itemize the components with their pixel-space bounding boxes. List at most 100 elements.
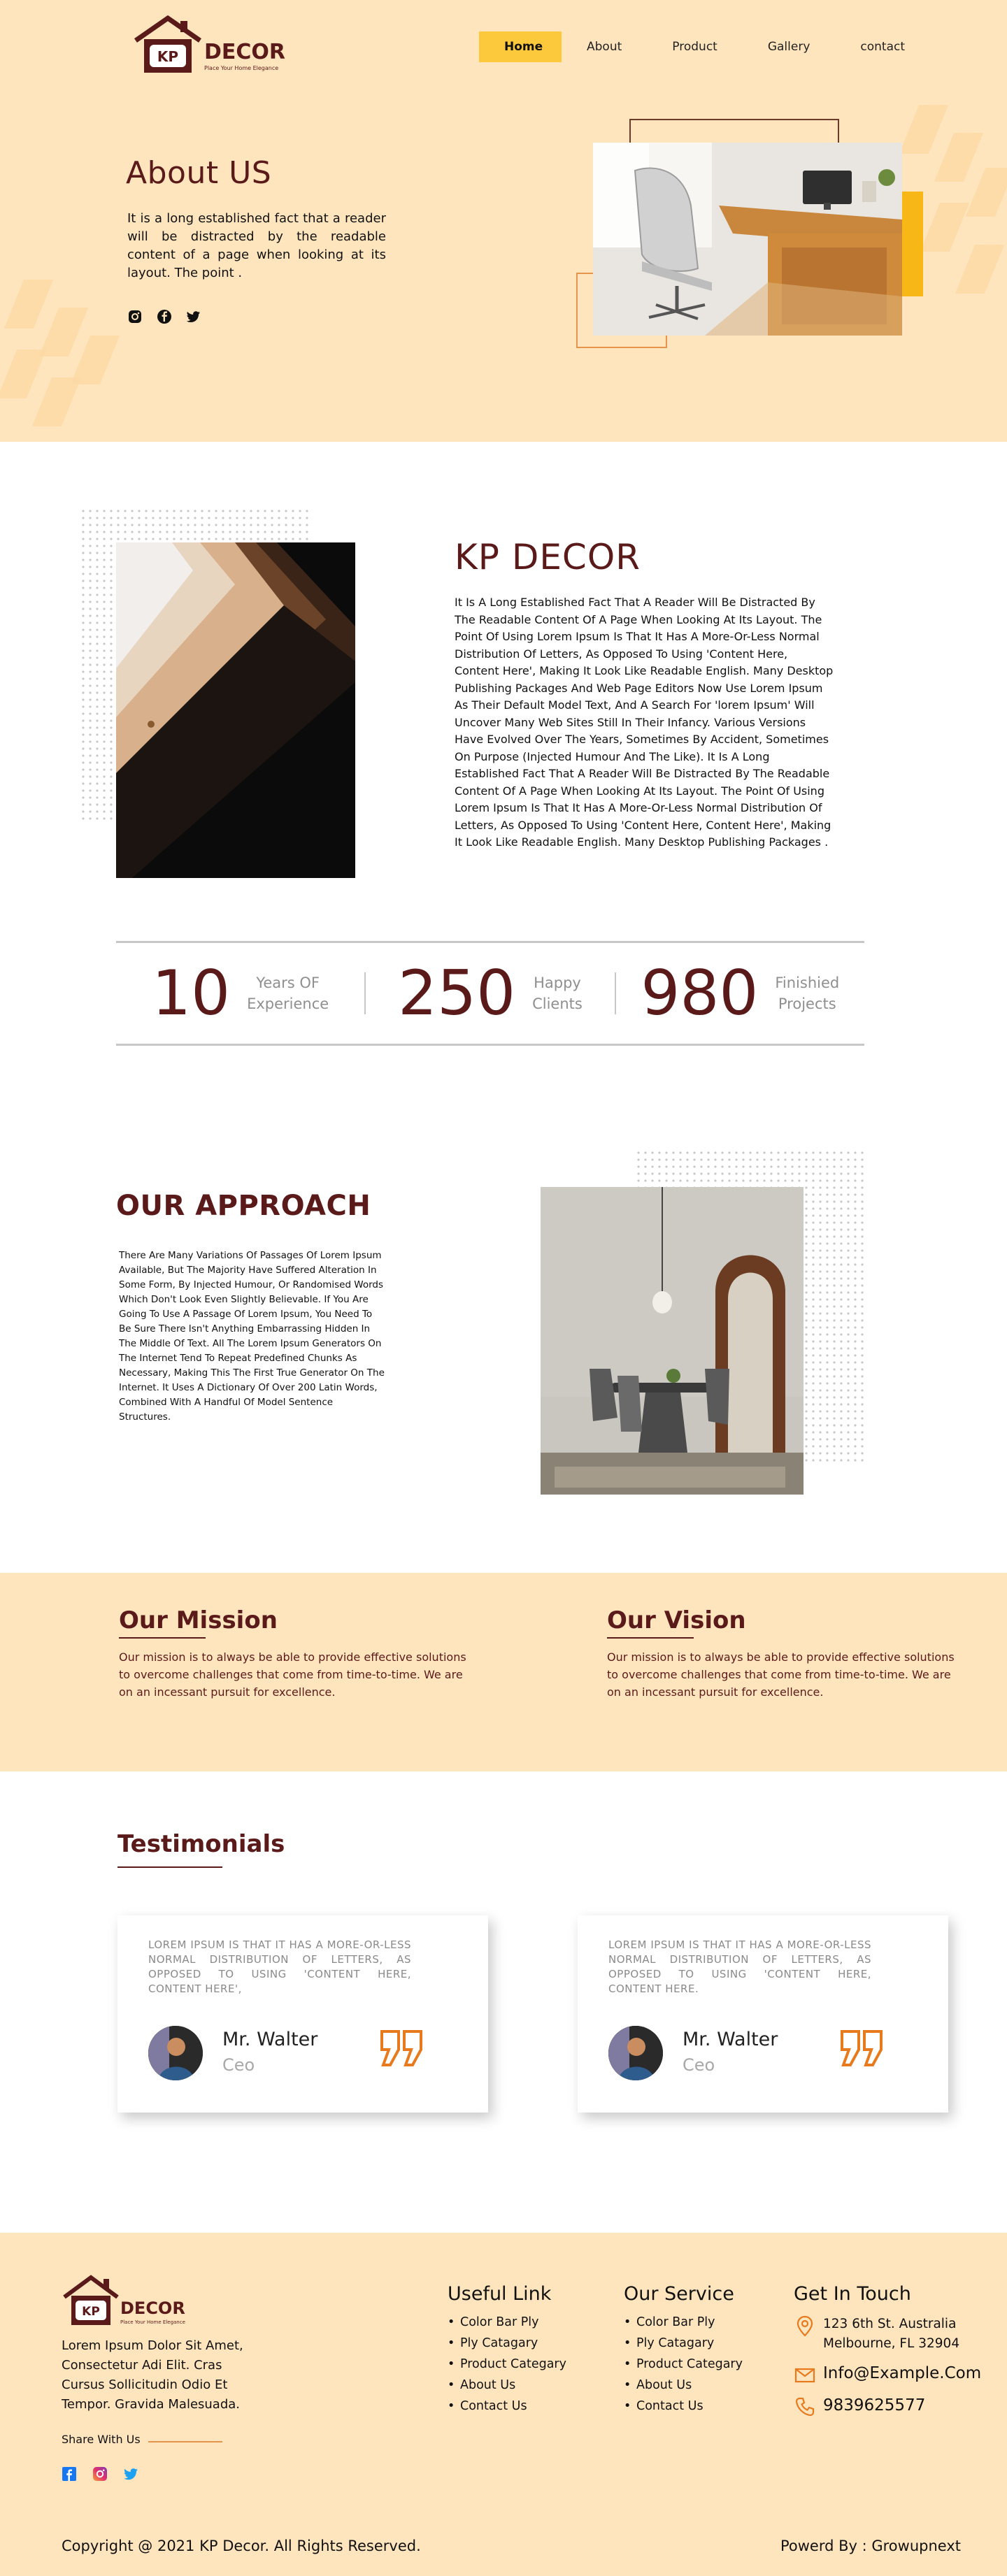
stat-label: Years OF Experience: [247, 974, 329, 1012]
contact-block: Get In Touch 123 6th St. Australia Melbou…: [794, 2283, 981, 2428]
instagram-icon[interactable]: [127, 309, 143, 324]
phone-text[interactable]: 9839625577: [823, 2396, 925, 2415]
stats-bar: 10 Years OF Experience 250 Happy Clients 9…: [116, 941, 864, 1046]
email-text[interactable]: Info@Example.Com: [823, 2363, 981, 2383]
logo-letters: KP: [82, 2305, 100, 2319]
footer-link[interactable]: About Us: [448, 2375, 566, 2396]
logo-tagline: Place Your Home Elegance: [204, 65, 278, 71]
mission-vision-section: Our Mission Our mission is to always be …: [0, 1573, 1007, 1771]
stat-experience: 10 Years OF Experience: [116, 963, 364, 1024]
mission-block: Our Mission Our mission is to always be …: [119, 1606, 469, 1701]
testimonials-title: Testimonials: [117, 1830, 285, 1868]
footer-link[interactable]: Contact Us: [448, 2396, 566, 2417]
testimonial-card: LOREM IPSUM IS THAT IT HAS A MORE-OR-LES…: [117, 1915, 488, 2113]
logo-name: DECOR: [204, 40, 285, 64]
decor-tile: [70, 336, 120, 384]
stat-label: Happy Clients: [532, 974, 583, 1012]
testimonial-name: Mr. Walter: [683, 2029, 778, 2050]
office-desk-image: [593, 143, 902, 336]
footer-link[interactable]: Product Categary: [448, 2354, 566, 2375]
logo-letters: KP: [157, 48, 178, 65]
avatar: [608, 2026, 663, 2080]
testimonial-quote: LOREM IPSUM IS THAT IT HAS A MORE-OR-LES…: [608, 1938, 871, 1995]
email-row[interactable]: Info@Example.Com: [794, 2363, 981, 2386]
house-logo-icon: KP DECOR Place Your Home Elegance: [63, 2275, 185, 2325]
address-text: 123 6th St. Australia Melbourne, FL 32904: [823, 2317, 960, 2351]
footer-link[interactable]: About Us: [624, 2375, 743, 2396]
stat-projects: 980 Finishied Projects: [616, 963, 864, 1024]
twitter-icon[interactable]: [186, 309, 201, 324]
testimonial-role: Ceo: [683, 2055, 715, 2075]
twitter-icon[interactable]: [123, 2466, 138, 2482]
approach-title: OUR APPROACH: [116, 1190, 371, 1222]
main-nav: Home About Product Gallery contact: [479, 31, 930, 62]
hero-title: About US: [126, 155, 272, 191]
contact-title: Get In Touch: [794, 2283, 911, 2305]
useful-links-title: Useful Link: [448, 2283, 552, 2305]
nav-product[interactable]: Product: [647, 31, 743, 62]
vision-title: Our Vision: [607, 1606, 746, 1639]
phone-row[interactable]: 9839625577: [794, 2396, 981, 2418]
nav-gallery[interactable]: Gallery: [743, 31, 836, 62]
facebook-icon[interactable]: [157, 309, 172, 324]
footer-link[interactable]: Color Bar Ply: [448, 2312, 566, 2333]
service-links-title: Our Service: [624, 2283, 734, 2305]
footer-link[interactable]: Contact Us: [624, 2396, 743, 2417]
nav-about[interactable]: About: [562, 31, 647, 62]
hero-section: KP DECOR Place Your Home Elegance Home A…: [0, 0, 1007, 442]
address-row: 123 6th St. Australia Melbourne, FL 32904: [794, 2315, 981, 2354]
testimonial-role: Ceo: [222, 2055, 255, 2075]
mission-title: Our Mission: [119, 1606, 278, 1639]
quote-icon: [839, 2029, 885, 2068]
instagram-icon[interactable]: [92, 2466, 108, 2482]
powered-by-text[interactable]: Powerd By : Growupnext: [780, 2538, 961, 2554]
logo-tagline: Place Your Home Elegance: [120, 2319, 185, 2325]
service-links: Our Service Color Bar Ply Ply Catagary P…: [624, 2283, 743, 2417]
about-title: KP DECOR: [455, 537, 641, 577]
testimonial-card: LOREM IPSUM IS THAT IT HAS A MORE-OR-LES…: [578, 1915, 948, 2113]
house-logo-icon: KP DECOR Place Your Home Elegance: [134, 15, 285, 73]
facebook-icon[interactable]: [62, 2466, 77, 2482]
decor-tile: [920, 203, 970, 252]
wood-layers-image: [116, 542, 355, 878]
mission-text: Our mission is to always be able to prov…: [119, 1650, 466, 1699]
useful-links: Useful Link Color Bar Ply Ply Catagary P…: [448, 2283, 566, 2417]
hero-socials: [127, 309, 201, 324]
hero-text: It is a long established fact that a rea…: [127, 211, 386, 280]
testimonial-name: Mr. Walter: [222, 2029, 318, 2050]
about-text: It Is A Long Established Fact That A Rea…: [455, 596, 834, 849]
site-logo[interactable]: KP DECOR Place Your Home Elegance: [131, 15, 299, 78]
copyright-text: Copyright @ 2021 KP Decor. All Rights Re…: [62, 2538, 421, 2554]
mail-icon: [794, 2363, 816, 2386]
footer-logo[interactable]: KP DECOR Place Your Home Elegance: [62, 2275, 201, 2328]
location-pin-icon: [794, 2315, 816, 2337]
footer-link[interactable]: Color Bar Ply: [624, 2312, 743, 2333]
stat-value: 980: [641, 957, 759, 1029]
vision-block: Our Vision Our mission is to always be a…: [607, 1606, 957, 1701]
decor-tile: [0, 350, 47, 398]
footer-socials: [62, 2466, 138, 2482]
site-footer: KP DECOR Place Your Home Elegance Lorem …: [0, 2233, 1007, 2576]
approach-text: There Are Many Variations Of Passages Of…: [119, 1250, 385, 1423]
quote-icon: [379, 2029, 425, 2068]
testimonial-quote: LOREM IPSUM IS THAT IT HAS A MORE-OR-LES…: [148, 1938, 411, 1995]
nav-contact[interactable]: contact: [835, 31, 930, 62]
stat-value: 10: [152, 957, 231, 1029]
share-divider: [148, 2441, 222, 2442]
decor-tile: [955, 245, 1005, 294]
decor-tile: [38, 308, 89, 357]
decor-tile: [934, 133, 984, 182]
avatar: [148, 2026, 203, 2080]
decor-tile: [3, 280, 54, 329]
decor-tile: [899, 105, 949, 154]
vision-text: Our mission is to always be able to prov…: [607, 1650, 955, 1699]
phone-icon: [794, 2396, 816, 2418]
footer-link[interactable]: Ply Catagary: [624, 2333, 743, 2354]
decor-tile: [31, 377, 82, 426]
nav-home[interactable]: Home: [479, 31, 562, 62]
stat-label: Finishied Projects: [775, 974, 840, 1012]
stat-clients: 250 Happy Clients: [366, 963, 614, 1024]
footer-link[interactable]: Product Categary: [624, 2354, 743, 2375]
dining-room-image: [541, 1187, 804, 1495]
footer-link[interactable]: Ply Catagary: [448, 2333, 566, 2354]
